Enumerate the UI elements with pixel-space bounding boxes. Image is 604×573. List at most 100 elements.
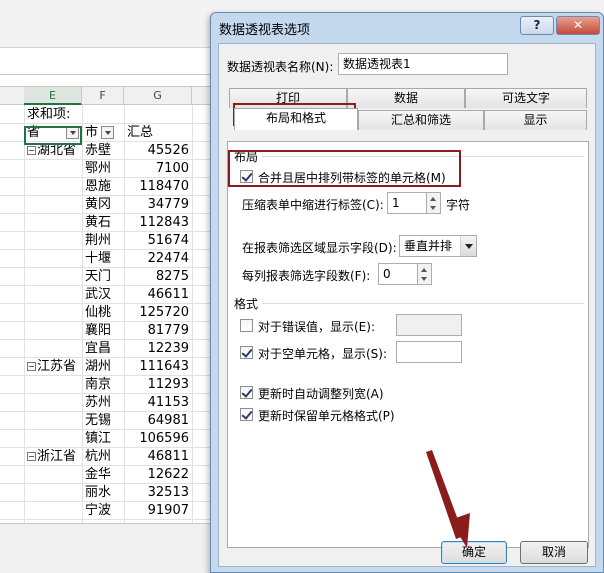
province-cell[interactable]: − 江苏省 <box>27 358 76 376</box>
tab-alt-text[interactable]: 可选文字 <box>465 88 587 108</box>
preserve-format-label[interactable]: 更新时保留单元格格式(P) <box>258 407 395 424</box>
city-cell[interactable]: 仙桃 <box>85 304 123 322</box>
value-cell[interactable]: 112843 <box>124 214 192 232</box>
city-cell[interactable]: 丽水 <box>85 484 123 502</box>
field-header-city[interactable]: 市 <box>85 124 115 142</box>
value-cell[interactable]: 118470 <box>124 178 192 196</box>
city-cell[interactable]: 金华 <box>85 466 123 484</box>
value-cell[interactable]: 81779 <box>124 322 192 340</box>
value-cell[interactable]: 64981 <box>124 412 192 430</box>
column-header-g[interactable]: G <box>124 87 192 105</box>
filter-count-input[interactable]: 0 <box>378 263 418 285</box>
collapse-icon[interactable]: − <box>27 146 36 155</box>
tab-data[interactable]: 数据 <box>347 88 465 108</box>
chevron-down-icon[interactable] <box>460 235 477 257</box>
pivot-table-options-dialog: 数据透视表选项 ? ✕ 数据透视表名称(N): 数据透视表1 打印 数据 可选文… <box>210 12 604 573</box>
value-cell[interactable]: 91907 <box>124 502 192 520</box>
city-cell[interactable]: 襄阳 <box>85 322 123 340</box>
province-cell[interactable]: − 浙江省 <box>27 448 76 466</box>
tab-layout-format[interactable]: 布局和格式 <box>234 108 358 130</box>
value-cell[interactable]: 12239 <box>124 340 192 358</box>
pivot-name-label: 数据透视表名称(N): <box>227 60 334 74</box>
value-cell[interactable]: 51674 <box>124 232 192 250</box>
city-cell[interactable]: 无锡 <box>85 412 123 430</box>
city-cell[interactable]: 宜昌 <box>85 340 123 358</box>
indent-label: 压缩表单中缩进行标签(C): <box>242 198 384 212</box>
city-cell[interactable]: 十堰 <box>85 250 123 268</box>
error-value-input[interactable] <box>396 314 462 336</box>
city-cell[interactable]: 苏州 <box>85 394 123 412</box>
value-cell[interactable]: 125720 <box>124 304 192 322</box>
active-cell-selection[interactable] <box>24 126 82 145</box>
help-button[interactable]: ? <box>520 16 554 35</box>
city-cell[interactable]: 荆州 <box>85 232 123 250</box>
city-cell[interactable]: 黄石 <box>85 214 123 232</box>
value-cell[interactable]: 46811 <box>124 448 192 466</box>
pivot-value-caption: 求和项: <box>27 107 71 122</box>
gridline <box>192 105 193 523</box>
city-cell[interactable]: 镇江 <box>85 430 123 448</box>
filter-count-spinner[interactable] <box>418 263 432 285</box>
city-cell[interactable]: 天门 <box>85 268 123 286</box>
filter-order-select[interactable]: 垂直并排 <box>399 235 461 257</box>
value-cell[interactable]: 45526 <box>124 142 192 160</box>
filter-order-label: 在报表筛选区域显示字段(D): <box>242 241 397 255</box>
close-button[interactable]: ✕ <box>556 16 600 35</box>
collapse-icon[interactable]: − <box>27 362 36 371</box>
city-cell[interactable]: 南京 <box>85 376 123 394</box>
tab-display[interactable]: 显示 <box>484 110 587 130</box>
highlight-box-checkbox <box>228 150 461 187</box>
city-cell[interactable]: 黄冈 <box>85 196 123 214</box>
indent-spinner[interactable] <box>427 192 441 214</box>
gridline <box>24 105 25 523</box>
value-cell[interactable]: 46611 <box>124 286 192 304</box>
error-value-label[interactable]: 对于错误值，显示(E): <box>258 318 375 335</box>
filter-count-label: 每列报表筛选字段数(F): <box>242 269 371 283</box>
spin-down-icon[interactable] <box>430 206 436 210</box>
error-value-checkbox[interactable] <box>240 319 253 332</box>
autofit-checkbox[interactable] <box>240 386 253 399</box>
preserve-format-checkbox[interactable] <box>240 408 253 421</box>
layout-format-panel: 布局 合并且居中排列带标签的单元格(M) 压缩表单中缩进行标签(C): 1 字符… <box>227 141 589 548</box>
value-cell[interactable]: 22474 <box>124 250 192 268</box>
pivot-name-input[interactable]: 数据透视表1 <box>338 53 508 75</box>
city-cell[interactable]: 武汉 <box>85 286 123 304</box>
tab-totals-filters[interactable]: 汇总和筛选 <box>358 110 484 130</box>
ok-button[interactable]: 确定 <box>441 541 507 564</box>
spin-up-icon[interactable] <box>421 268 427 272</box>
dialog-body: 数据透视表名称(N): 数据透视表1 打印 数据 可选文字 布局和格式 汇总和筛… <box>218 43 596 567</box>
dialog-titlebar[interactable]: 数据透视表选项 ? ✕ <box>211 13 603 41</box>
indent-input[interactable]: 1 <box>387 192 427 214</box>
value-cell[interactable]: 41153 <box>124 394 192 412</box>
value-cell[interactable]: 106596 <box>124 430 192 448</box>
column-header-f[interactable]: F <box>82 87 124 105</box>
value-cell[interactable]: 111643 <box>124 358 192 376</box>
autofit-label[interactable]: 更新时自动调整列宽(A) <box>258 385 384 402</box>
collapse-icon[interactable]: − <box>27 452 36 461</box>
gridline <box>82 105 83 523</box>
column-header-e[interactable]: E <box>24 87 82 105</box>
filter-dropdown-icon[interactable] <box>101 126 115 139</box>
field-header-total: 汇总 <box>127 125 154 140</box>
indent-unit: 字符 <box>446 198 471 212</box>
value-cell[interactable]: 34779 <box>124 196 192 214</box>
dialog-title: 数据透视表选项 <box>219 23 311 38</box>
city-cell[interactable]: 湖州 <box>85 358 123 376</box>
spin-up-icon[interactable] <box>430 197 436 201</box>
city-cell[interactable]: 恩施 <box>85 178 123 196</box>
spin-down-icon[interactable] <box>421 277 427 281</box>
value-cell[interactable]: 32513 <box>124 484 192 502</box>
empty-cell-checkbox[interactable] <box>240 346 253 359</box>
empty-cell-label[interactable]: 对于空单元格，显示(S): <box>258 345 387 362</box>
city-cell[interactable]: 杭州 <box>85 448 123 466</box>
value-cell[interactable]: 11293 <box>124 376 192 394</box>
format-section-title: 格式 <box>234 297 259 311</box>
cancel-button[interactable]: 取消 <box>520 541 588 564</box>
city-cell[interactable]: 宁波 <box>85 502 123 520</box>
city-cell[interactable]: 鄂州 <box>85 160 123 178</box>
value-cell[interactable]: 12622 <box>124 466 192 484</box>
empty-cell-input[interactable] <box>396 341 462 363</box>
value-cell[interactable]: 7100 <box>124 160 192 178</box>
city-cell[interactable]: 赤壁 <box>85 142 123 160</box>
value-cell[interactable]: 8275 <box>124 268 192 286</box>
